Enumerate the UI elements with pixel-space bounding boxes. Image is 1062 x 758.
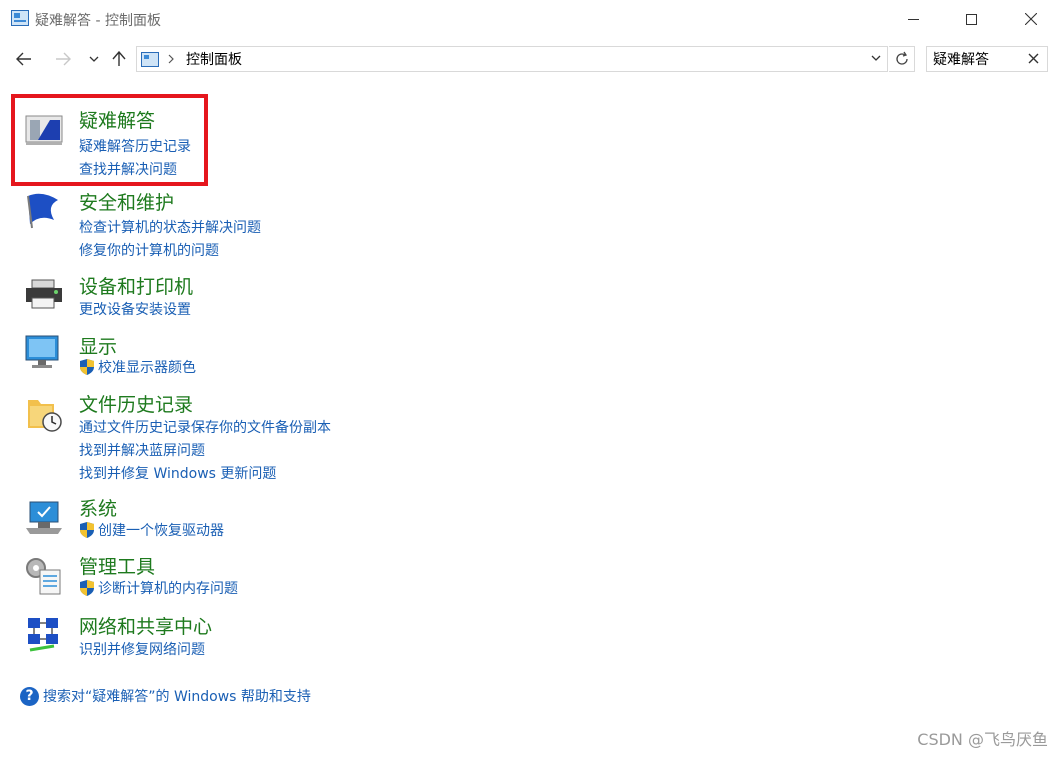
link-fix-computer[interactable]: 修复你的计算机的问题 [79, 240, 219, 260]
close-icon [1028, 53, 1039, 64]
link-check-status[interactable]: 检查计算机的状态并解决问题 [79, 217, 261, 237]
link-backup-files[interactable]: 通过文件历史记录保存你的文件备份副本 [79, 417, 331, 437]
category-title[interactable]: 网络和共享中心 [79, 612, 212, 639]
address-history-button[interactable] [871, 51, 881, 64]
file-history-icon [28, 400, 62, 432]
computer-icon [26, 501, 62, 534]
navigation-bar: 控制面板 疑难解答 [0, 38, 1062, 80]
link-memory-diagnostic[interactable]: 诊断计算机的内存问题 [78, 578, 238, 598]
maximize-icon [965, 13, 977, 25]
forward-button[interactable] [51, 46, 75, 72]
control-panel-icon [11, 10, 29, 26]
link-text: 创建一个恢复驱动器 [98, 523, 224, 539]
chevron-down-icon [89, 56, 99, 62]
category-title[interactable]: 系统 [79, 494, 117, 521]
highlight-box [11, 94, 208, 186]
refresh-icon [895, 51, 908, 65]
network-icon [28, 618, 58, 652]
address-bar[interactable]: 控制面板 [136, 46, 888, 72]
search-value: 疑难解答 [933, 52, 989, 68]
close-icon [1025, 13, 1037, 25]
uac-shield-icon [80, 580, 94, 596]
link-device-installation[interactable]: 更改设备安装设置 [79, 299, 191, 319]
up-button[interactable] [107, 46, 131, 72]
admin-tools-icon [26, 558, 61, 595]
window-title: 疑难解答 - 控制面板 [35, 13, 161, 29]
help-text: 搜索对“疑难解答”的 Windows 帮助和支持 [43, 689, 311, 705]
link-recovery-drive[interactable]: 创建一个恢复驱动器 [78, 520, 224, 540]
maximize-button[interactable] [948, 0, 994, 38]
category-title[interactable]: 管理工具 [79, 552, 155, 579]
category-title[interactable]: 文件历史记录 [79, 390, 193, 417]
control-panel-icon [141, 51, 159, 67]
recent-locations-button[interactable] [82, 46, 106, 72]
watermark: CSDN @飞鸟厌鱼 [917, 730, 1048, 749]
arrow-up-icon [112, 51, 126, 66]
link-calibrate-color[interactable]: 校准显示器颜色 [78, 357, 196, 377]
flag-icon [27, 193, 58, 229]
chevron-right-icon [168, 54, 174, 64]
arrow-left-icon [16, 52, 31, 66]
breadcrumb-control-panel[interactable]: 控制面板 [186, 49, 242, 69]
link-bluescreen[interactable]: 找到并解决蓝屏问题 [79, 440, 205, 460]
help-link[interactable]: ? 搜索对“疑难解答”的 Windows 帮助和支持 [20, 686, 311, 706]
search-input[interactable]: 疑难解答 [926, 46, 1048, 72]
content-area: 疑难解答 疑难解答历史记录 查找并解决问题 安全和维护 检查计算机的状态并解决问… [0, 80, 1062, 758]
category-title[interactable]: 显示 [79, 332, 117, 359]
chevron-down-icon [871, 55, 881, 61]
back-button[interactable] [12, 46, 36, 72]
link-windows-update[interactable]: 找到并修复 Windows 更新问题 [79, 463, 276, 483]
close-button[interactable] [1008, 0, 1054, 38]
title-bar: 疑难解答 - 控制面板 [0, 0, 1062, 38]
printer-icon [26, 279, 62, 309]
help-icon: ? [20, 686, 39, 706]
refresh-button[interactable] [889, 46, 915, 72]
monitor-icon [25, 335, 59, 368]
arrow-right-icon [56, 52, 71, 66]
link-text: 校准显示器颜色 [98, 360, 196, 376]
category-title[interactable]: 安全和维护 [79, 188, 174, 215]
uac-shield-icon [80, 359, 94, 375]
clear-search-button[interactable] [1028, 49, 1039, 68]
link-text: 诊断计算机的内存问题 [98, 581, 238, 597]
category-title[interactable]: 设备和打印机 [79, 272, 193, 299]
uac-shield-icon [80, 522, 94, 538]
minimize-button[interactable] [890, 0, 936, 38]
minimize-icon [907, 18, 919, 20]
link-network-problems[interactable]: 识别并修复网络问题 [79, 639, 205, 659]
